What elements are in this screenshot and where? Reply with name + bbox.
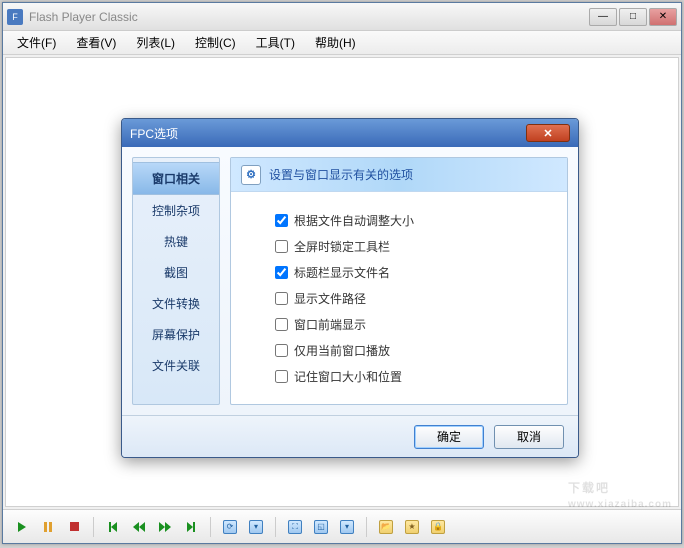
menu-list[interactable]: 列表(L) xyxy=(128,31,183,54)
options-list: 根据文件自动调整大小 全屏时锁定工具栏 标题栏显示文件名 显示文件路径 窗口前端… xyxy=(231,192,567,404)
option-row: 记住窗口大小和位置 xyxy=(275,368,557,385)
checkbox-show-path[interactable] xyxy=(275,292,288,305)
nav-item-convert[interactable]: 文件转换 xyxy=(133,288,219,319)
options-panel: ⚙ 设置与窗口显示有关的选项 根据文件自动调整大小 全屏时锁定工具栏 标题栏显示… xyxy=(230,157,568,405)
prev-track-icon xyxy=(109,522,117,532)
options-header-text: 设置与窗口显示有关的选项 xyxy=(269,166,413,183)
main-window: F Flash Player Classic — □ ✕ 文件(F) 查看(V)… xyxy=(2,2,682,544)
separator xyxy=(366,517,367,537)
next-track-icon xyxy=(187,522,195,532)
window-controls: — □ ✕ xyxy=(589,8,677,26)
option-label[interactable]: 仅用当前窗口播放 xyxy=(294,342,390,359)
checkbox-remember-size[interactable] xyxy=(275,370,288,383)
options-dialog: FPC选项 ✕ 窗口相关 控制杂项 热键 截图 文件转换 屏幕保护 文件关联 ⚙… xyxy=(121,118,579,458)
fit-button[interactable]: ◱ xyxy=(310,516,332,538)
open-button[interactable]: 📂 xyxy=(375,516,397,538)
stop-icon xyxy=(70,522,79,531)
dropdown-button[interactable]: ▾ xyxy=(245,516,267,538)
dialog-titlebar[interactable]: FPC选项 ✕ xyxy=(122,119,578,147)
favorite-button[interactable]: ★ xyxy=(401,516,423,538)
folder-icon: 📂 xyxy=(379,520,393,534)
option-row: 全屏时锁定工具栏 xyxy=(275,238,557,255)
option-row: 窗口前端显示 xyxy=(275,316,557,333)
titlebar[interactable]: F Flash Player Classic — □ ✕ xyxy=(3,3,681,31)
option-label[interactable]: 全屏时锁定工具栏 xyxy=(294,238,390,255)
dialog-title: FPC选项 xyxy=(130,125,526,142)
separator xyxy=(93,517,94,537)
separator xyxy=(210,517,211,537)
menubar: 文件(F) 查看(V) 列表(L) 控制(C) 工具(T) 帮助(H) xyxy=(3,31,681,55)
nav-item-control[interactable]: 控制杂项 xyxy=(133,195,219,226)
menu-view[interactable]: 查看(V) xyxy=(68,31,124,54)
menu-file[interactable]: 文件(F) xyxy=(9,31,64,54)
dropdown2-button[interactable]: ▾ xyxy=(336,516,358,538)
nav-item-assoc[interactable]: 文件关联 xyxy=(133,350,219,381)
option-row: 显示文件路径 xyxy=(275,290,557,307)
close-button[interactable]: ✕ xyxy=(649,8,677,26)
loop-button[interactable]: ⟳ xyxy=(219,516,241,538)
checkbox-single-window[interactable] xyxy=(275,344,288,357)
menu-tools[interactable]: 工具(T) xyxy=(248,31,303,54)
separator xyxy=(275,517,276,537)
option-label[interactable]: 根据文件自动调整大小 xyxy=(294,212,414,229)
maximize-button[interactable]: □ xyxy=(619,8,647,26)
nav-item-hotkey[interactable]: 热键 xyxy=(133,226,219,257)
fullscreen-icon: ⛶ xyxy=(288,520,302,534)
prev-track-button[interactable] xyxy=(102,516,124,538)
window-title: Flash Player Classic xyxy=(29,10,589,24)
options-header: ⚙ 设置与窗口显示有关的选项 xyxy=(231,158,567,192)
option-label[interactable]: 窗口前端显示 xyxy=(294,316,366,333)
option-label[interactable]: 显示文件路径 xyxy=(294,290,366,307)
minimize-button[interactable]: — xyxy=(589,8,617,26)
chevron-down-icon: ▾ xyxy=(340,520,354,534)
fullscreen-button[interactable]: ⛶ xyxy=(284,516,306,538)
app-icon: F xyxy=(7,9,23,25)
play-icon xyxy=(18,522,26,532)
forward-icon xyxy=(159,522,171,532)
star-icon: ★ xyxy=(405,520,419,534)
pause-icon xyxy=(44,522,52,532)
next-track-button[interactable] xyxy=(180,516,202,538)
checkbox-topmost[interactable] xyxy=(275,318,288,331)
player-toolbar: ⟳ ▾ ⛶ ◱ ▾ 📂 ★ 🔒 xyxy=(3,509,681,543)
loop-icon: ⟳ xyxy=(223,520,237,534)
play-button[interactable] xyxy=(11,516,33,538)
cancel-button[interactable]: 取消 xyxy=(494,425,564,449)
pause-button[interactable] xyxy=(37,516,59,538)
chevron-down-icon: ▾ xyxy=(249,520,263,534)
option-row: 标题栏显示文件名 xyxy=(275,264,557,281)
gear-icon: ⚙ xyxy=(241,165,261,185)
forward-button[interactable] xyxy=(154,516,176,538)
lock-icon: 🔒 xyxy=(431,520,445,534)
nav-panel: 窗口相关 控制杂项 热键 截图 文件转换 屏幕保护 文件关联 xyxy=(132,157,220,405)
fit-icon: ◱ xyxy=(314,520,328,534)
nav-item-screenshot[interactable]: 截图 xyxy=(133,257,219,288)
lock-button[interactable]: 🔒 xyxy=(427,516,449,538)
option-label[interactable]: 记住窗口大小和位置 xyxy=(294,368,402,385)
dialog-buttons: 确定 取消 xyxy=(122,415,578,457)
option-row: 仅用当前窗口播放 xyxy=(275,342,557,359)
checkbox-lock-toolbar[interactable] xyxy=(275,240,288,253)
option-row: 根据文件自动调整大小 xyxy=(275,212,557,229)
menu-help[interactable]: 帮助(H) xyxy=(307,31,364,54)
content-area: FPC选项 ✕ 窗口相关 控制杂项 热键 截图 文件转换 屏幕保护 文件关联 ⚙… xyxy=(5,57,679,507)
checkbox-autosize[interactable] xyxy=(275,214,288,227)
checkbox-title-filename[interactable] xyxy=(275,266,288,279)
ok-button[interactable]: 确定 xyxy=(414,425,484,449)
rewind-button[interactable] xyxy=(128,516,150,538)
nav-item-screensaver[interactable]: 屏幕保护 xyxy=(133,319,219,350)
dialog-body: 窗口相关 控制杂项 热键 截图 文件转换 屏幕保护 文件关联 ⚙ 设置与窗口显示… xyxy=(122,147,578,415)
dialog-close-button[interactable]: ✕ xyxy=(526,124,570,142)
menu-control[interactable]: 控制(C) xyxy=(187,31,244,54)
rewind-icon xyxy=(133,522,145,532)
option-label[interactable]: 标题栏显示文件名 xyxy=(294,264,390,281)
stop-button[interactable] xyxy=(63,516,85,538)
nav-item-window[interactable]: 窗口相关 xyxy=(133,162,219,195)
